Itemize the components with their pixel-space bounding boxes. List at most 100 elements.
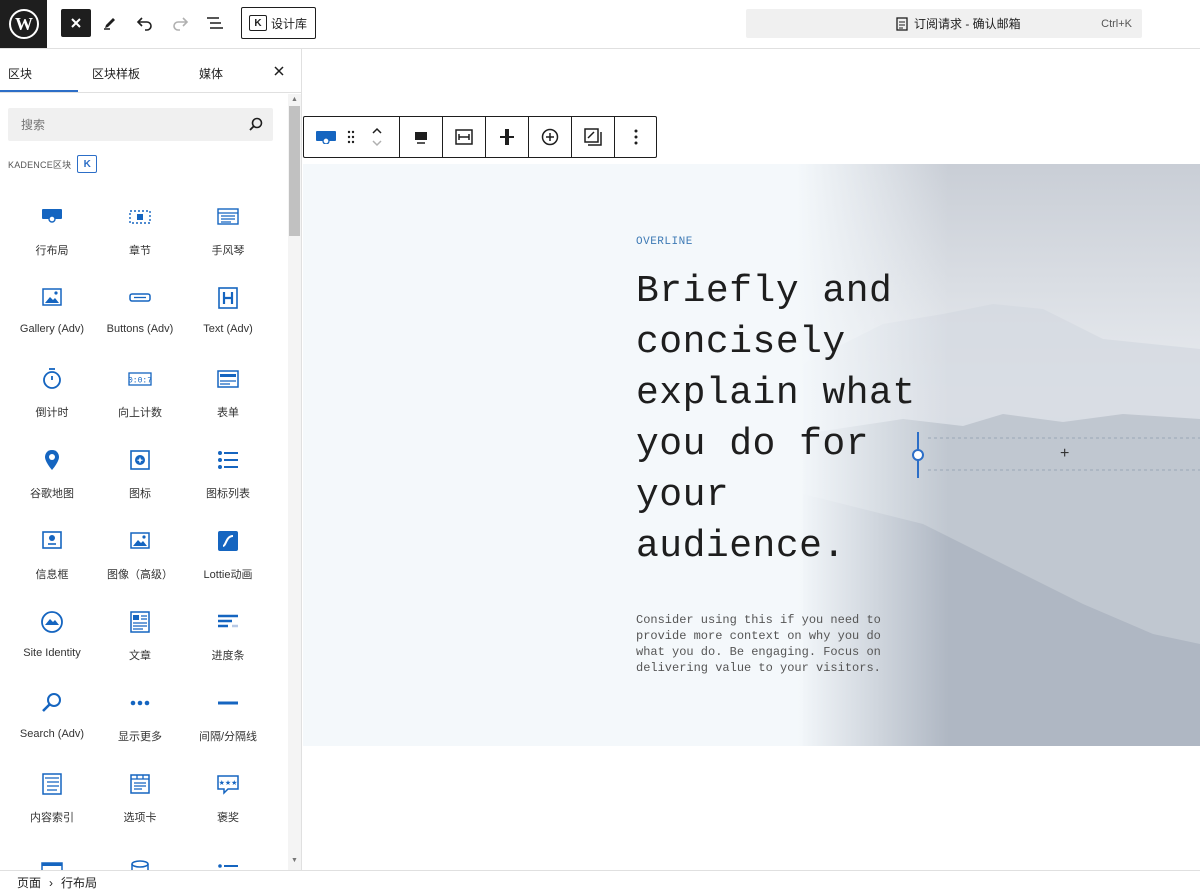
- block-item[interactable]: 表单: [184, 359, 272, 440]
- scroll-down-arrow-icon[interactable]: ▼: [291, 857, 298, 864]
- command-center-title: 订阅请求 - 确认邮箱: [914, 17, 1021, 31]
- block-item[interactable]: 内容索引: [8, 764, 96, 845]
- pencil-icon: [104, 18, 115, 30]
- row-layout-icon: [8, 205, 96, 229]
- list-view-icon: [207, 17, 223, 29]
- block-item[interactable]: 图标列表: [184, 440, 272, 521]
- add-circle-icon: [541, 128, 559, 146]
- block-item[interactable]: 文章: [96, 602, 184, 683]
- block-item[interactable]: [96, 845, 184, 870]
- map-pin-icon: [8, 448, 96, 472]
- block-type-button[interactable]: [310, 117, 342, 157]
- form-icon: [184, 367, 272, 391]
- gallery-icon: [8, 286, 96, 310]
- site-identity-icon: [8, 610, 96, 634]
- block-item-label: 行布局: [35, 245, 69, 257]
- block-item[interactable]: ★★★ 褒奖: [184, 764, 272, 845]
- block-item[interactable]: 显示更多: [96, 683, 184, 764]
- block-search-box: [8, 108, 273, 141]
- drag-handle-icon: [347, 130, 355, 144]
- tab-media[interactable]: 媒体: [199, 65, 223, 82]
- block-item[interactable]: 间隔/分隔线: [184, 683, 272, 764]
- block-item[interactable]: Gallery (Adv): [8, 278, 96, 359]
- block-item[interactable]: Site Identity: [8, 602, 96, 683]
- partial-icon-1: [8, 853, 96, 870]
- block-item[interactable]: 信息框: [8, 521, 96, 602]
- block-item[interactable]: Search (Adv): [8, 683, 96, 764]
- block-item[interactable]: 手风琴: [184, 197, 272, 278]
- tab-patterns[interactable]: 区块样板: [92, 65, 140, 82]
- block-item-label: 章节: [129, 245, 151, 257]
- command-center-button[interactable]: 订阅请求 - 确认邮箱 Ctrl+K: [746, 9, 1142, 38]
- drag-handle[interactable]: [342, 117, 360, 157]
- block-item[interactable]: 选项卡: [96, 764, 184, 845]
- search-adv-icon: [8, 691, 96, 715]
- block-item[interactable]: [8, 845, 96, 870]
- design-library-button[interactable]: K 设计库: [241, 7, 316, 39]
- block-item[interactable]: 0:0:7 向上计数: [96, 359, 184, 440]
- block-item[interactable]: 章节: [96, 197, 184, 278]
- wordpress-logo-icon[interactable]: W: [0, 0, 47, 48]
- category-label: KADENCE区块: [8, 159, 72, 170]
- block-item-label: 表单: [217, 407, 239, 419]
- breadcrumb-item-row-layout[interactable]: 行布局: [61, 874, 97, 891]
- width-button[interactable]: [443, 117, 485, 157]
- block-item[interactable]: Buttons (Adv): [96, 278, 184, 359]
- hero-overline[interactable]: OVERLINE: [636, 236, 693, 248]
- scrollbar-thumb[interactable]: [289, 106, 300, 236]
- block-item-label: 进度条: [211, 650, 245, 662]
- block-item[interactable]: Lottie动画: [184, 521, 272, 602]
- move-arrows-icon: [372, 127, 382, 147]
- copy-style-icon: [584, 128, 602, 146]
- tab-blocks[interactable]: 区块: [8, 65, 32, 82]
- row-layout-icon: [316, 131, 336, 144]
- countup-icon: 0:0:7: [96, 367, 184, 391]
- block-item[interactable]: 谷歌地图: [8, 440, 96, 521]
- hero-headline[interactable]: Briefly and concisely explain what you d…: [636, 266, 916, 572]
- document-overview-button[interactable]: [200, 9, 230, 37]
- command-center-title-wrap: 订阅请求 - 确认邮箱: [896, 15, 1021, 32]
- kadence-logo-icon: K: [77, 155, 98, 173]
- close-inserter-button[interactable]: [61, 9, 91, 37]
- breadcrumb-separator: ›: [49, 875, 54, 890]
- command-center-shortcut: Ctrl+K: [1101, 17, 1132, 30]
- scroll-up-arrow-icon[interactable]: ▲: [291, 96, 298, 103]
- align-top-button[interactable]: [400, 117, 442, 157]
- add-column-plus-icon[interactable]: +: [1060, 445, 1069, 463]
- block-item-label: 手风琴: [211, 245, 245, 257]
- block-item-label: 选项卡: [123, 812, 157, 824]
- move-up-down-buttons[interactable]: [364, 117, 390, 157]
- block-item-label: 倒计时: [35, 407, 69, 419]
- svg-text:0:0:7: 0:0:7: [128, 377, 152, 386]
- breadcrumb: 页面 › 行布局: [0, 870, 1200, 894]
- block-item[interactable]: Text (Adv): [184, 278, 272, 359]
- breadcrumb-item-page[interactable]: 页面: [17, 874, 41, 891]
- block-item[interactable]: 行布局: [8, 197, 96, 278]
- infobox-icon: [8, 529, 96, 553]
- undo-button[interactable]: [130, 9, 160, 37]
- block-item[interactable]: 倒计时: [8, 359, 96, 440]
- block-item[interactable]: 进度条: [184, 602, 272, 683]
- vertical-align-icon: [500, 129, 514, 145]
- block-item-label: 向上计数: [118, 407, 162, 419]
- more-options-button[interactable]: [615, 117, 657, 157]
- show-more-icon: [96, 691, 184, 715]
- block-inserter-panel: 区块 区块样板 媒体 KADENCE区块 K 行布局 章节 手风琴 Gallery (…: [0, 49, 302, 870]
- close-panel-icon[interactable]: [274, 63, 284, 79]
- tabs-icon: [96, 772, 184, 796]
- redo-button[interactable]: [165, 9, 195, 37]
- block-search-input[interactable]: [8, 108, 228, 141]
- copy-styles-button[interactable]: [572, 117, 614, 157]
- search-icon[interactable]: [249, 117, 263, 136]
- block-item[interactable]: [184, 845, 272, 870]
- hero-body-text[interactable]: Consider using this if you need to provi…: [636, 612, 886, 676]
- progress-bar-icon: [184, 610, 272, 634]
- add-block-button[interactable]: [529, 117, 571, 157]
- tools-pencil-button[interactable]: [95, 9, 125, 37]
- partial-icon-3: [184, 853, 272, 870]
- vertical-align-button[interactable]: [486, 117, 528, 157]
- countdown-icon: [8, 367, 96, 391]
- block-item[interactable]: 图像（高级）: [96, 521, 184, 602]
- block-item[interactable]: 图标: [96, 440, 184, 521]
- testimonials-icon: ★★★: [184, 772, 272, 796]
